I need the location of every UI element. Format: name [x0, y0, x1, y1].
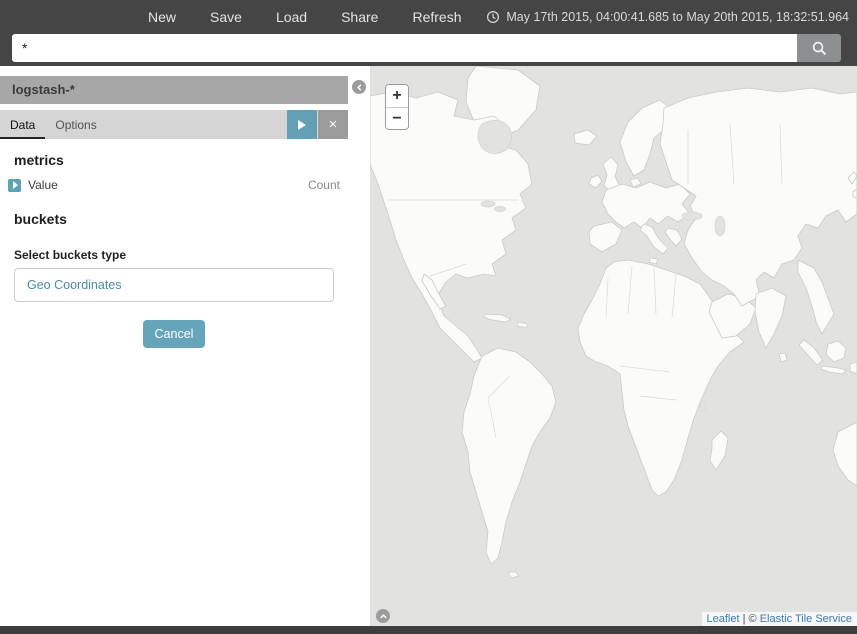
- zoom-in-button[interactable]: +: [386, 85, 408, 107]
- discard-changes-button[interactable]: ✕: [318, 110, 348, 139]
- map-attribution: Leaflet | © Elastic Tile Service: [702, 612, 857, 626]
- metrics-heading: metrics: [14, 152, 348, 168]
- bottom-bar: [0, 626, 857, 634]
- chevron-left-icon: [355, 83, 364, 92]
- map-canvas[interactable]: + − Leaflet | © Elastic Tile Service: [370, 66, 857, 626]
- new-button[interactable]: New: [148, 9, 176, 25]
- bucket-type-select[interactable]: Geo Coordinates: [14, 268, 334, 302]
- vis-editor-sidebar: logstash-* Data Options ✕ metrics Value …: [0, 66, 348, 626]
- clock-icon: [486, 10, 500, 24]
- buckets-heading: buckets: [14, 211, 348, 227]
- share-button[interactable]: Share: [341, 9, 378, 25]
- world-map-tiles: [370, 66, 857, 626]
- attribution-separator: | ©: [740, 613, 760, 625]
- time-range-label: May 17th 2015, 04:00:41.685 to May 20th …: [506, 10, 849, 24]
- search-icon: [811, 40, 828, 57]
- metric-aggregation-value: Count: [308, 178, 340, 192]
- chevron-up-icon: [379, 612, 388, 621]
- map-zoom-control: + −: [385, 84, 409, 130]
- bucket-type-option-geo-coordinates[interactable]: Geo Coordinates: [15, 278, 122, 292]
- top-navbar: New Save Load Share Refresh May 17th 201…: [0, 0, 857, 34]
- metric-expand-toggle[interactable]: [8, 179, 21, 192]
- elastic-tile-service-link[interactable]: Elastic Tile Service: [760, 613, 852, 625]
- main-content: logstash-* Data Options ✕ metrics Value …: [0, 66, 857, 626]
- close-icon: ✕: [328, 118, 337, 131]
- load-button[interactable]: Load: [276, 9, 307, 25]
- metric-row: Value Count: [0, 172, 348, 198]
- cancel-button-wrap: Cancel: [0, 320, 348, 348]
- index-pattern-title: logstash-*: [0, 76, 348, 104]
- bottom-bar-collapse-button[interactable]: [376, 609, 390, 623]
- refresh-button[interactable]: Refresh: [412, 9, 461, 25]
- zoom-out-button[interactable]: −: [386, 107, 408, 129]
- cancel-button[interactable]: Cancel: [143, 320, 206, 348]
- apply-changes-button[interactable]: [287, 110, 317, 139]
- navbar-menu: New Save Load Share Refresh: [148, 9, 461, 25]
- sidebar-gutter: [348, 66, 370, 626]
- time-range-picker[interactable]: May 17th 2015, 04:00:41.685 to May 20th …: [486, 10, 849, 24]
- leaflet-link[interactable]: Leaflet: [707, 613, 740, 625]
- tab-data[interactable]: Data: [0, 110, 45, 139]
- bucket-type-select-label: Select buckets type: [14, 248, 348, 262]
- caret-right-icon: [13, 181, 18, 189]
- search-input[interactable]: [12, 34, 797, 62]
- sidebar-collapse-button[interactable]: [352, 80, 366, 94]
- search-submit-button[interactable]: [797, 34, 841, 62]
- save-button[interactable]: Save: [210, 9, 242, 25]
- editor-tabs: Data Options ✕: [0, 110, 348, 139]
- play-icon: [298, 120, 306, 130]
- query-bar: [0, 34, 857, 66]
- tab-options[interactable]: Options: [45, 110, 106, 139]
- tabs-spacer: [107, 110, 287, 139]
- metric-label: Value: [28, 178, 58, 192]
